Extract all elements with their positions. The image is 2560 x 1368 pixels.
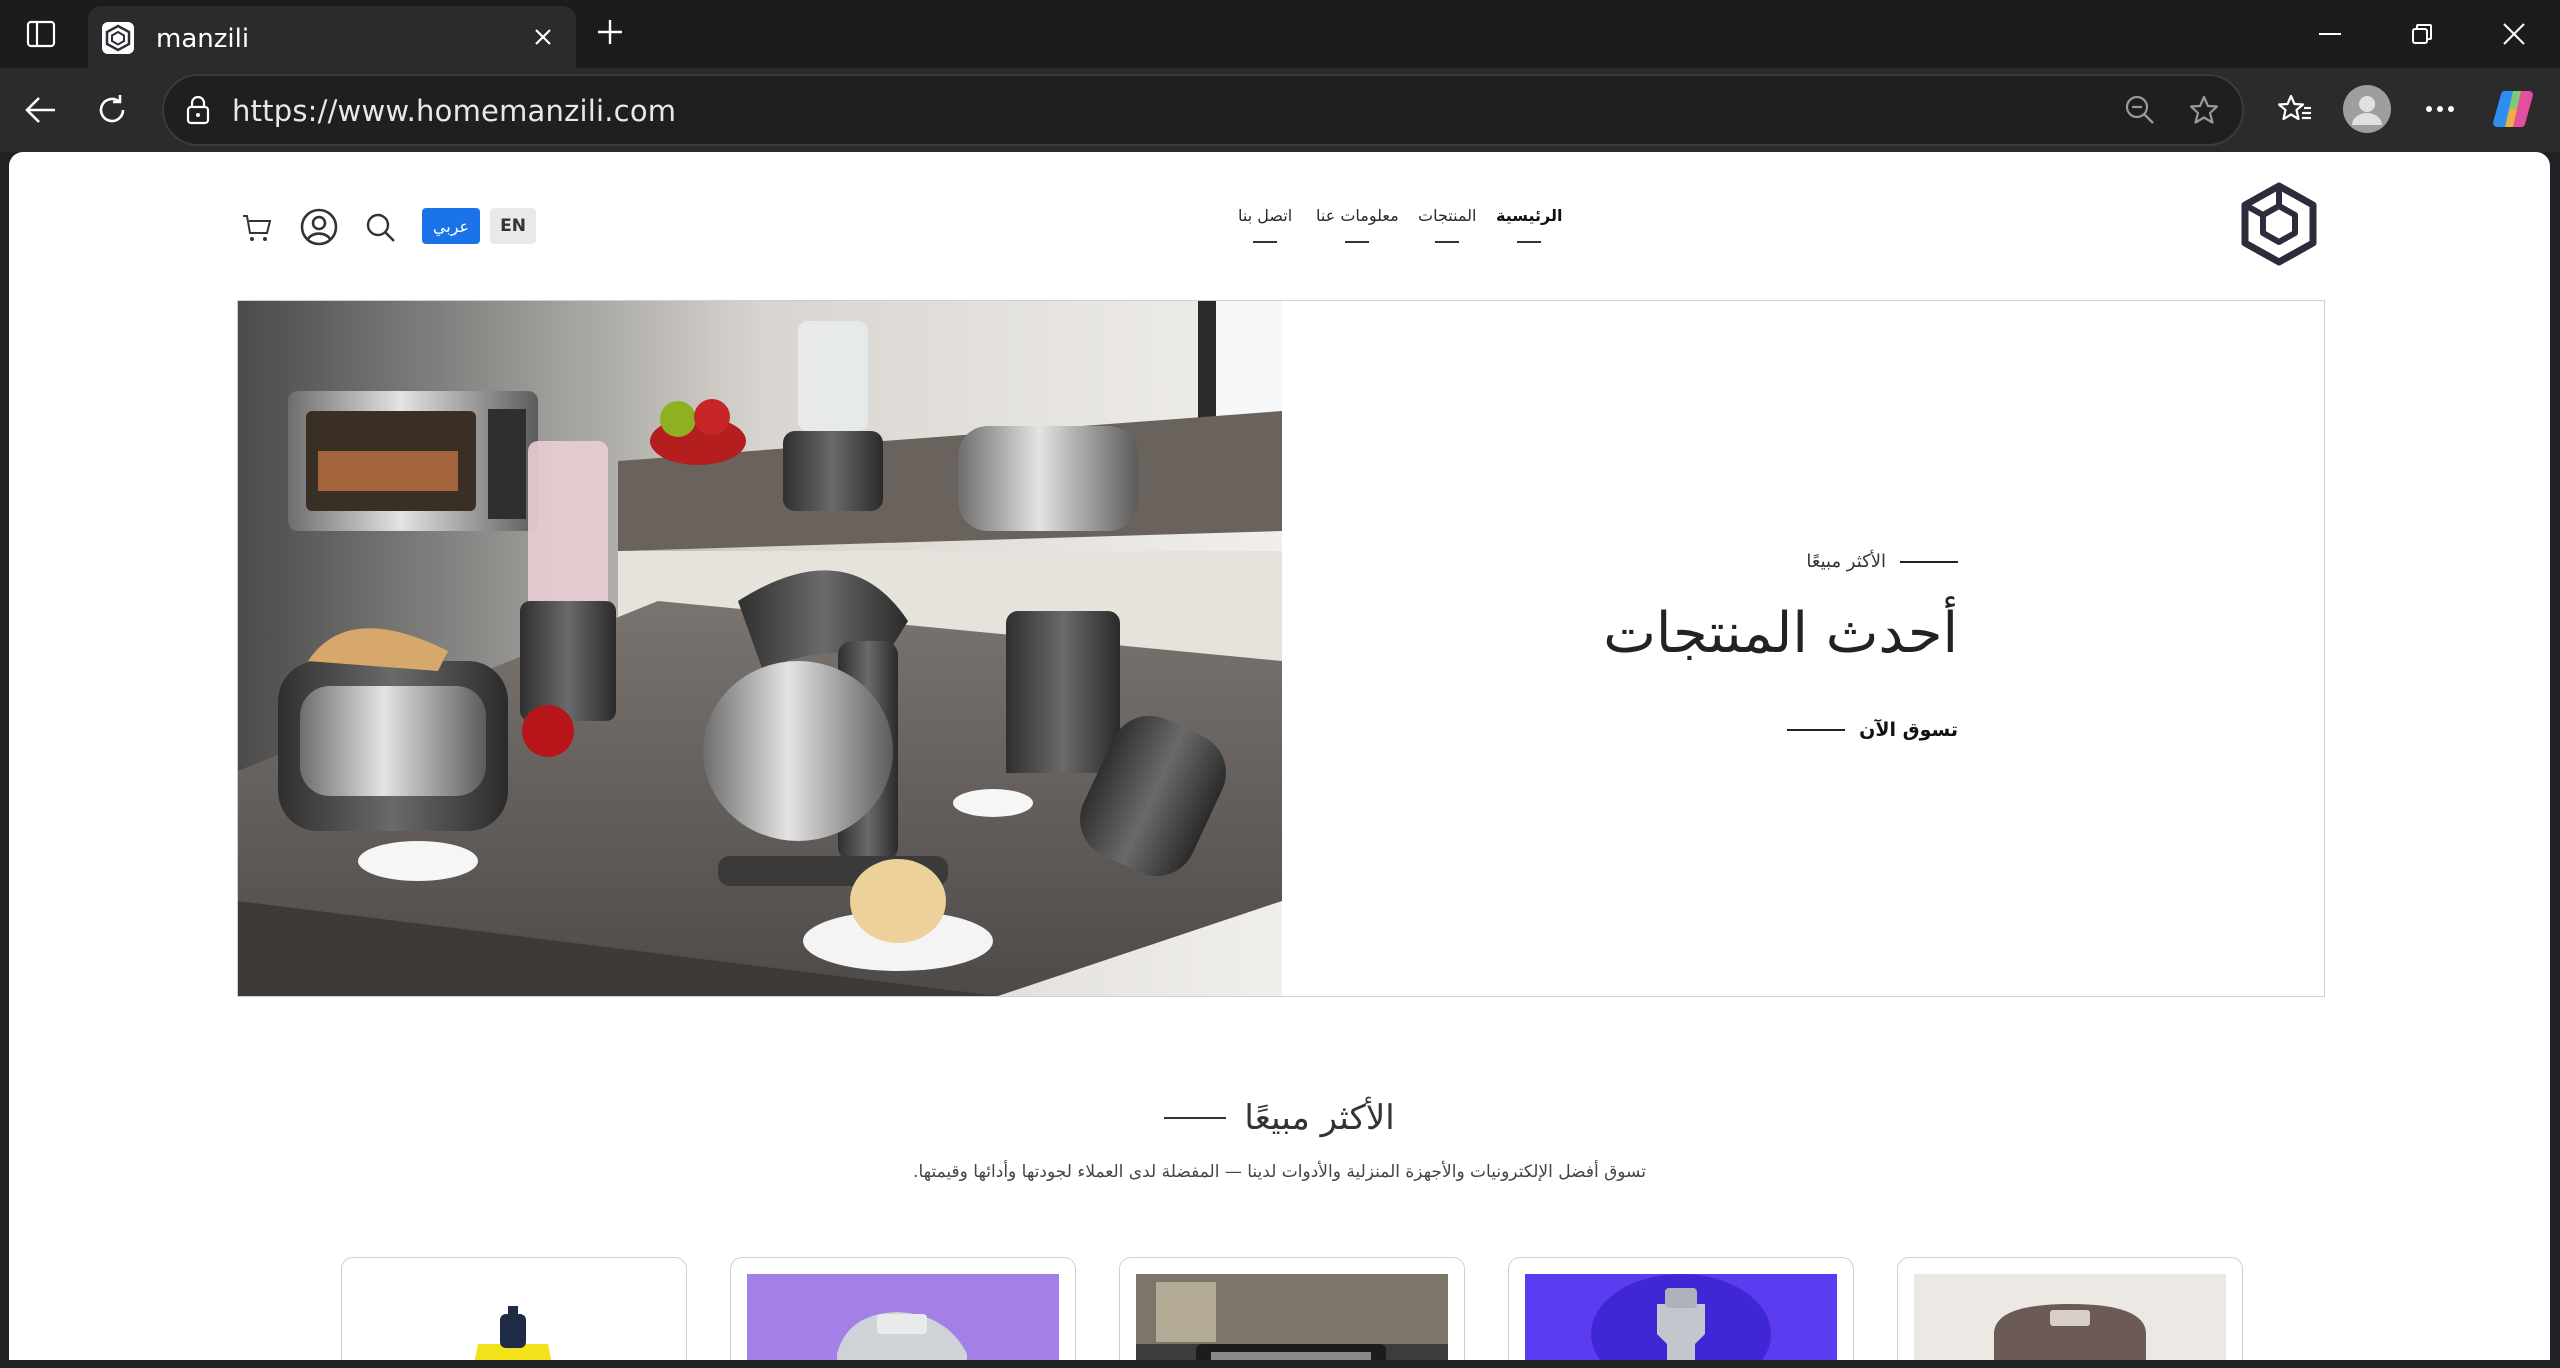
nav-home[interactable]: الرئيسية (1496, 206, 1563, 243)
site-logo[interactable] (2237, 182, 2321, 266)
nav-contact[interactable]: اتصل بنا (1238, 206, 1293, 243)
lock-icon[interactable] (180, 92, 216, 128)
best-sellers-dash (1164, 1117, 1227, 1119)
favorite-star-icon[interactable] (2186, 92, 2222, 128)
zoom-out-icon[interactable] (2122, 92, 2158, 128)
product-image[interactable] (1525, 1274, 1837, 1360)
product-image[interactable] (747, 1274, 1059, 1360)
nav-products[interactable]: المنتجات (1418, 206, 1477, 243)
hero-cta-label: تسوق الآن (1859, 719, 1958, 741)
nav-contact-label: اتصل بنا (1238, 206, 1293, 225)
more-icon[interactable] (2418, 88, 2462, 130)
hero-eyebrow-label: الأكثر مبيعًا (1806, 551, 1886, 572)
nav-about[interactable]: معلومات عنا (1316, 206, 1399, 243)
restore-icon[interactable] (2404, 18, 2440, 50)
search-icon[interactable] (363, 210, 399, 246)
product-card[interactable] (1897, 1257, 2243, 1360)
nav-about-label: معلومات عنا (1316, 206, 1399, 225)
nav-underline (1345, 241, 1370, 243)
account-icon[interactable] (298, 206, 340, 248)
minimize-icon[interactable] (2312, 18, 2348, 50)
profile-icon[interactable] (2342, 84, 2392, 134)
lang-ar-button[interactable]: عربي (422, 208, 480, 244)
hero-kitchen-image[interactable] (238, 301, 1282, 996)
best-sellers-title: الأكثر مبيعًا (1244, 1098, 1395, 1138)
best-sellers-heading: الأكثر مبيعًا (9, 1098, 2550, 1138)
lang-en-button[interactable]: EN (490, 208, 536, 244)
hero-text-block: الأكثر مبيعًا أحدث المنتجات تسوق الآن (1358, 301, 1958, 996)
copilot-icon[interactable] (2490, 86, 2536, 132)
hero-eyebrow-dash (1900, 560, 1958, 563)
product-image[interactable] (358, 1274, 670, 1360)
product-image[interactable] (1914, 1274, 2226, 1360)
nav-products-label: المنتجات (1418, 206, 1477, 225)
tab-title: manzili (156, 24, 250, 54)
cart-icon[interactable] (239, 210, 275, 246)
product-card[interactable] (341, 1257, 687, 1360)
nav-underline (1435, 241, 1460, 243)
best-sellers-subtitle: تسوق أفضل الإلكترونيات والأجهزة المنزلية… (913, 1162, 1646, 1182)
close-icon[interactable] (528, 22, 558, 52)
nav-home-label: الرئيسية (1496, 206, 1563, 225)
browser-tab[interactable]: manzili (88, 6, 576, 68)
back-icon[interactable] (18, 88, 62, 132)
product-image[interactable] (1136, 1274, 1448, 1360)
refresh-icon[interactable] (90, 88, 134, 132)
product-card[interactable] (730, 1257, 1076, 1360)
nav-underline (1517, 241, 1542, 243)
hero-banner: الأكثر مبيعًا أحدث المنتجات تسوق الآن (237, 300, 2325, 997)
url-text[interactable]: https://www.homemanzili.com (232, 94, 676, 128)
favorites-icon[interactable] (2274, 88, 2316, 130)
hero-cta-link[interactable]: تسوق الآن (1787, 719, 1958, 741)
tab-favicon-icon (102, 22, 134, 54)
hero-cta-dash (1787, 729, 1846, 731)
address-bar[interactable]: https://www.homemanzili.com (162, 74, 2244, 146)
page-viewport: عربي EN اتصل بنا معلومات عنا المنتجات ال… (9, 152, 2550, 1360)
product-card[interactable] (1508, 1257, 1854, 1360)
sidebar-icon[interactable] (22, 16, 60, 52)
nav-underline (1253, 241, 1278, 243)
hero-eyebrow: الأكثر مبيعًا (1806, 551, 1958, 572)
window-close-icon[interactable] (2496, 18, 2532, 50)
product-card[interactable] (1119, 1257, 1465, 1360)
new-tab-icon[interactable] (592, 14, 628, 50)
browser-titlebar: manzili (0, 0, 2560, 68)
hero-title: أحدث المنتجات (1603, 601, 1958, 666)
